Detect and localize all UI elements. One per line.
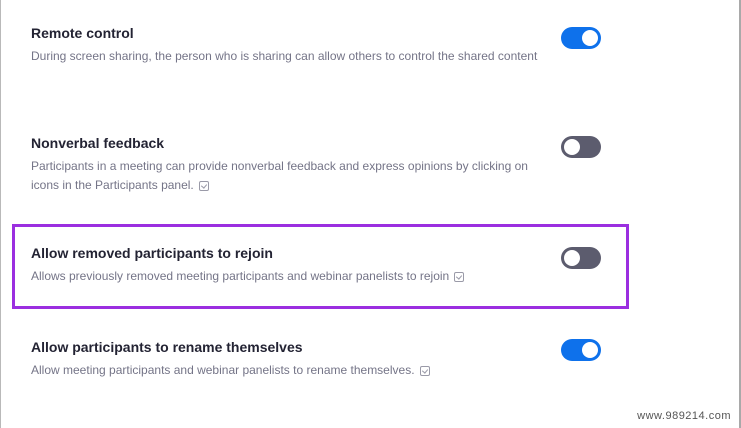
- remote-control-toggle[interactable]: [561, 27, 601, 49]
- setting-title: Allow participants to rename themselves: [31, 339, 303, 355]
- setting-allow-rename: Allow participants to rename themselves …: [31, 338, 591, 380]
- setting-nonverbal-feedback: Nonverbal feedback Participants in a mee…: [31, 134, 591, 195]
- setting-description: Allow meeting participants and webinar p…: [31, 361, 541, 380]
- settings-panel: Remote control During screen sharing, th…: [0, 0, 741, 428]
- setting-remote-control: Remote control During screen sharing, th…: [31, 24, 591, 66]
- nonverbal-feedback-toggle[interactable]: [561, 136, 601, 158]
- setting-description: During screen sharing, the person who is…: [31, 49, 538, 63]
- toggle-knob: [564, 139, 580, 155]
- setting-description: Participants in a meeting can provide no…: [31, 159, 528, 192]
- watermark: www.989214.com: [637, 410, 731, 422]
- toggle-knob: [564, 250, 580, 266]
- toggle-knob: [582, 342, 598, 358]
- info-check-icon[interactable]: [454, 272, 465, 282]
- setting-title: Remote control: [31, 25, 134, 41]
- toggle-knob: [582, 30, 598, 46]
- setting-title: Nonverbal feedback: [31, 135, 165, 151]
- info-check-icon[interactable]: [419, 366, 430, 376]
- info-check-icon[interactable]: [198, 181, 209, 191]
- setting-description: Allows previously removed meeting partic…: [31, 267, 561, 286]
- setting-title: Allow removed participants to rejoin: [31, 245, 273, 261]
- allow-removed-rejoin-toggle[interactable]: [561, 247, 601, 269]
- setting-allow-removed-rejoin: Allow removed participants to rejoin All…: [31, 244, 611, 286]
- allow-rename-toggle[interactable]: [561, 339, 601, 361]
